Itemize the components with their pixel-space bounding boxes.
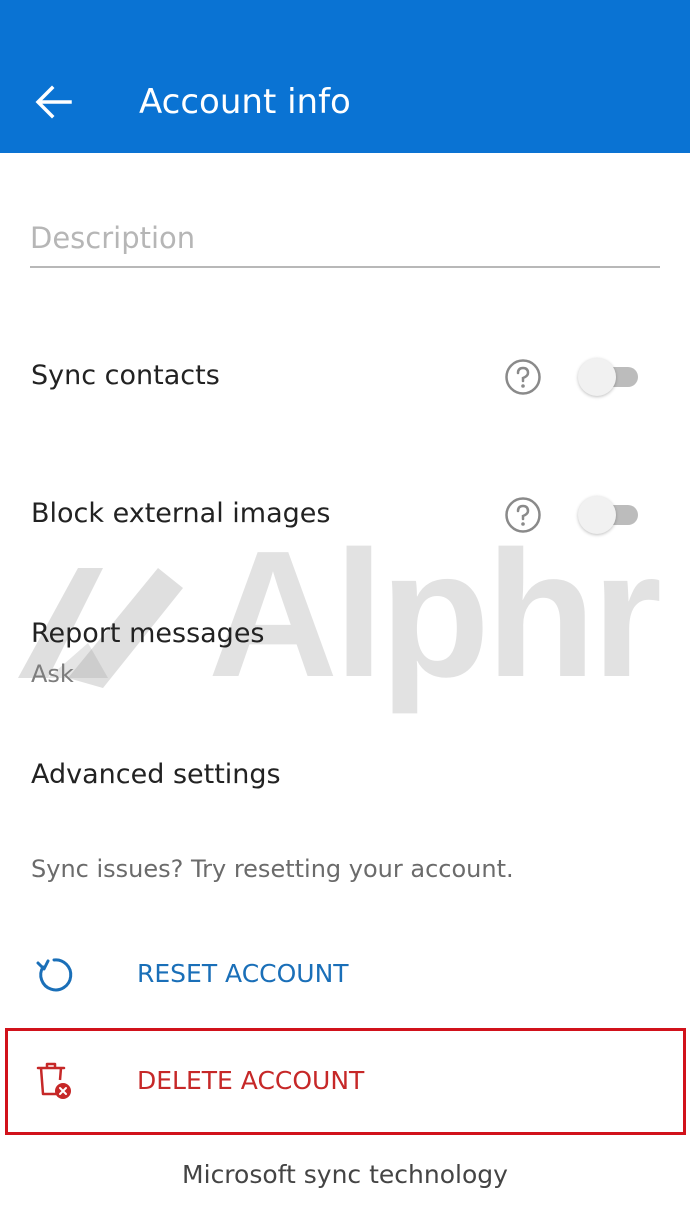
advanced-settings-item[interactable]: Advanced settings: [31, 759, 281, 790]
reset-account-label: RESET ACCOUNT: [137, 959, 349, 988]
block-images-help-icon[interactable]: [504, 496, 542, 534]
delete-account-button[interactable]: DELETE ACCOUNT: [0, 1042, 690, 1122]
report-messages-value: Ask: [31, 660, 74, 688]
page-title: Account info: [139, 82, 351, 122]
arrow-left-icon: [35, 85, 72, 119]
report-messages-label[interactable]: Report messages: [31, 618, 265, 649]
reset-account-button[interactable]: RESET ACCOUNT: [0, 935, 690, 1015]
sync-contacts-help-icon[interactable]: [504, 358, 542, 396]
sync-issues-hint: Sync issues? Try resetting your account.: [31, 855, 514, 883]
description-input[interactable]: [30, 218, 660, 268]
watermark-text: Alphr: [208, 514, 662, 715]
block-external-images-toggle[interactable]: [578, 496, 638, 534]
trash-x-icon: [36, 1062, 71, 1099]
delete-account-label: DELETE ACCOUNT: [137, 1066, 365, 1095]
app-bar: Account info: [0, 0, 690, 153]
block-external-images-label: Block external images: [31, 498, 331, 529]
refresh-icon: [36, 958, 73, 992]
footer-text: Microsoft sync technology: [182, 1160, 508, 1189]
sync-contacts-label: Sync contacts: [31, 360, 220, 391]
toggle-thumb: [578, 358, 616, 396]
back-button[interactable]: [30, 78, 78, 126]
sync-contacts-toggle[interactable]: [578, 358, 638, 396]
toggle-thumb: [578, 496, 616, 534]
